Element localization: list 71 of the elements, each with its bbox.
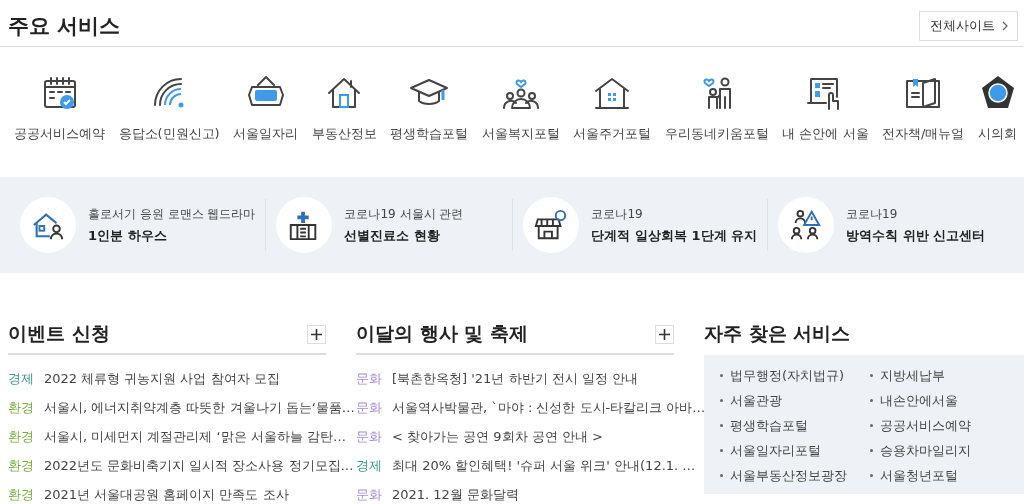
service-link[interactable]: 서울관광 xyxy=(730,391,782,410)
list-link[interactable]: 2021. 12월 문화달력 xyxy=(392,485,520,504)
category-label: 환경 xyxy=(8,427,34,446)
service-link[interactable]: 우리동네키움포털 xyxy=(664,73,769,149)
bullet-dot xyxy=(720,399,723,402)
service-link[interactable]: 지방세납부 xyxy=(880,366,945,385)
service-link[interactable]: 응답소(민원신고) xyxy=(118,73,220,149)
service-link[interactable]: 서울복지포털 xyxy=(481,73,560,149)
notice-subtitle[interactable]: 코로나19 xyxy=(846,205,986,223)
category-label: 환경 xyxy=(8,456,34,475)
plus-icon xyxy=(311,328,322,340)
section-heading: 이벤트 신청 xyxy=(8,321,110,346)
section-heading: 자주 찾은 서비스 xyxy=(704,321,851,346)
category-label: 환경 xyxy=(8,485,34,504)
category-label: 문화 xyxy=(356,398,382,417)
category-label: 환경 xyxy=(8,398,34,417)
chevron-right-icon xyxy=(1001,21,1009,31)
notice-title[interactable]: 단계적 일상회복 1단계 유지 xyxy=(591,226,758,245)
list-link[interactable]: 2022 체류형 귀농지원 사업 참여자 모집 xyxy=(44,369,280,388)
bullet-dot xyxy=(870,374,873,377)
service-link[interactable]: 서울일자리 xyxy=(233,73,299,149)
service-link[interactable]: 법무행정(자치법규) xyxy=(730,366,845,385)
section-title: 주요 서비스 xyxy=(8,13,121,40)
section-heading: 이달의 행사 및 축제 xyxy=(356,321,528,346)
list-link[interactable]: 2022년도 문화비축기지 일시적 장소사용 정기모집… xyxy=(44,456,354,475)
notice-subtitle[interactable]: 코로나19 서울시 관련 xyxy=(344,205,464,223)
people-alert-icon xyxy=(789,208,824,242)
category-label: 경제 xyxy=(356,456,382,475)
bullet-dot xyxy=(720,474,723,477)
service-link[interactable]: 서울부동산정보광장 xyxy=(730,466,847,485)
service-link[interactable]: 시의회 xyxy=(977,73,1018,149)
service-link[interactable]: 평생학습포털 xyxy=(730,416,808,435)
category-label: 문화 xyxy=(356,369,382,388)
bullet-dot xyxy=(870,424,873,427)
service-link[interactable]: 서울주거포털 xyxy=(573,73,652,149)
service-link[interactable]: 승용차마일리지 xyxy=(880,441,971,460)
service-link[interactable]: 전자책/매뉴얼 xyxy=(882,73,965,149)
more-button[interactable] xyxy=(307,324,326,344)
category-label: 경제 xyxy=(8,369,34,388)
notice-title[interactable]: 1인분 하우스 xyxy=(88,226,256,245)
list-link[interactable]: 서울시, 미세먼지 계절관리제 ‘맑은 서울하늘 감탄… xyxy=(44,427,346,446)
list-link[interactable]: 2021년 서울대공원 홈페이지 만족도 조사 xyxy=(44,485,289,504)
service-link[interactable]: 서울일자리포털 xyxy=(730,441,821,460)
plus-icon xyxy=(659,328,670,340)
notice-subtitle[interactable]: 홀로서기 응원 로맨스 웹드라마 xyxy=(88,205,256,223)
list-link[interactable]: 서울시, 에너지취약계층 따뜻한 겨울나기 돕는‘물품… xyxy=(44,398,355,417)
list-link[interactable]: 최대 20% 할인혜택! '슈퍼 서울 위크' 안내(12.1. … xyxy=(392,456,696,475)
notice-subtitle[interactable]: 코로나19 xyxy=(591,205,758,223)
service-link[interactable]: 공공서비스예약 xyxy=(880,416,971,435)
bullet-dot xyxy=(870,474,873,477)
category-label: 문화 xyxy=(356,485,382,504)
service-link[interactable]: 공공서비스예약 xyxy=(14,73,105,149)
more-button[interactable] xyxy=(655,324,674,344)
all-sites-button[interactable]: 전체사이트 xyxy=(919,11,1018,41)
store-icon xyxy=(534,208,569,242)
notice-title[interactable]: 방역수칙 위반 신고센터 xyxy=(846,226,986,245)
service-link[interactable]: 내손안에서울 xyxy=(880,391,958,410)
category-label: 문화 xyxy=(356,427,382,446)
service-link[interactable]: 서울청년포털 xyxy=(880,466,958,485)
service-link[interactable]: 부동산정보 xyxy=(311,73,377,149)
bullet-dot xyxy=(870,449,873,452)
bullet-dot xyxy=(870,399,873,402)
bullet-dot xyxy=(720,424,723,427)
service-link[interactable]: 내 손안에 서울 xyxy=(782,73,869,149)
service-link[interactable]: 평생학습포털 xyxy=(390,73,469,149)
notice-title[interactable]: 선별진료소 현황 xyxy=(344,226,464,245)
list-link[interactable]: 서울역사박물관, `마야 : 신성한 도시-타칼리크 아바… xyxy=(392,398,706,417)
bullet-dot xyxy=(720,449,723,452)
list-link[interactable]: < 찾아가는 공연 9회차 공연 안내 > xyxy=(392,427,603,446)
bullet-dot xyxy=(720,374,723,377)
list-link[interactable]: [북촌한옥청] '21년 하반기 전시 일정 안내 xyxy=(392,369,638,388)
